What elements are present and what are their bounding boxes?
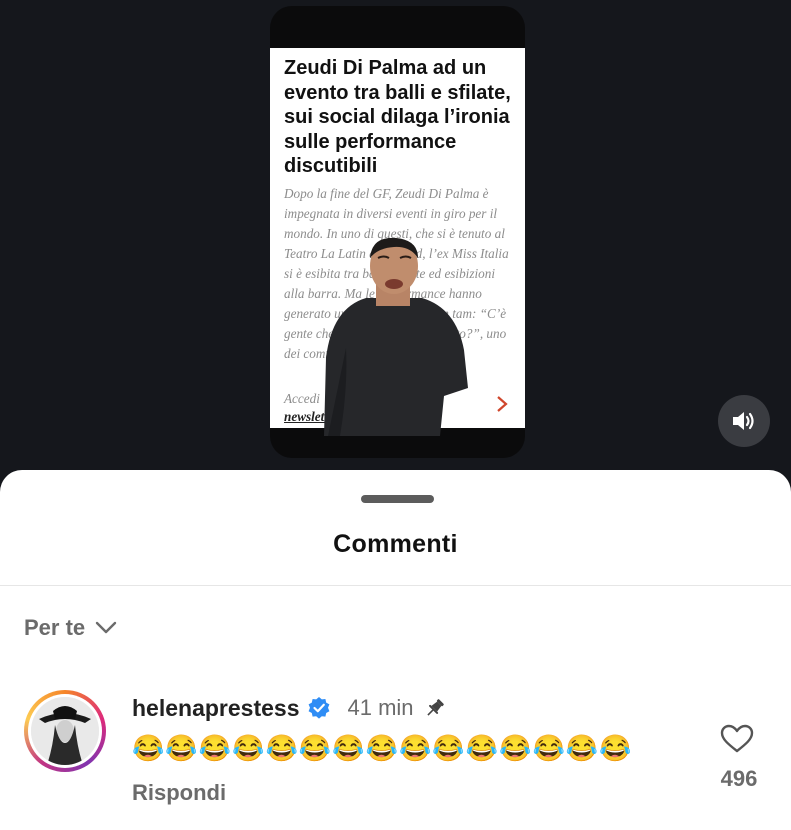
heart-icon[interactable] (720, 724, 754, 754)
pin-icon (426, 699, 444, 716)
comment-time: 41 min (347, 695, 414, 720)
comment-item: helenaprestess 41 min 😂😂😂😂😂😂😂😂😂😂😂😂😂😂😂 Ri… (24, 688, 774, 808)
verified-badge-icon (309, 697, 330, 719)
avatar-photo (31, 697, 99, 765)
sheet-drag-handle[interactable] (361, 495, 434, 503)
sort-dropdown[interactable]: Per te (24, 615, 117, 641)
comment-text: 😂😂😂😂😂😂😂😂😂😂😂😂😂😂😂 (132, 733, 633, 763)
comment-username[interactable]: helenaprestess (132, 695, 299, 722)
comments-sheet: Commenti Per te helenaprestess 41 min 😂😂… (0, 470, 791, 830)
avatar[interactable] (24, 690, 106, 772)
sound-toggle-button[interactable] (718, 395, 770, 447)
article-title: Zeudi Di Palma ad un evento tra balli e … (284, 57, 511, 177)
chevron-right-icon (497, 396, 508, 412)
sheet-divider (0, 585, 791, 586)
speaker-icon (733, 412, 754, 430)
article-screenshot: Zeudi Di Palma ad un evento tra balli e … (270, 48, 525, 436)
chevron-down-icon (95, 621, 117, 634)
video-frame: Zeudi Di Palma ad un evento tra balli e … (270, 6, 525, 458)
sheet-title: Commenti (333, 530, 458, 558)
person-overlay (324, 238, 468, 436)
sort-label: Per te (24, 615, 86, 640)
reply-button[interactable]: Rispondi (132, 780, 226, 806)
video-player[interactable]: Zeudi Di Palma ad un evento tra balli e … (0, 0, 791, 480)
like-count: 496 (720, 766, 758, 791)
comment-header: helenaprestess 41 min (132, 688, 446, 728)
